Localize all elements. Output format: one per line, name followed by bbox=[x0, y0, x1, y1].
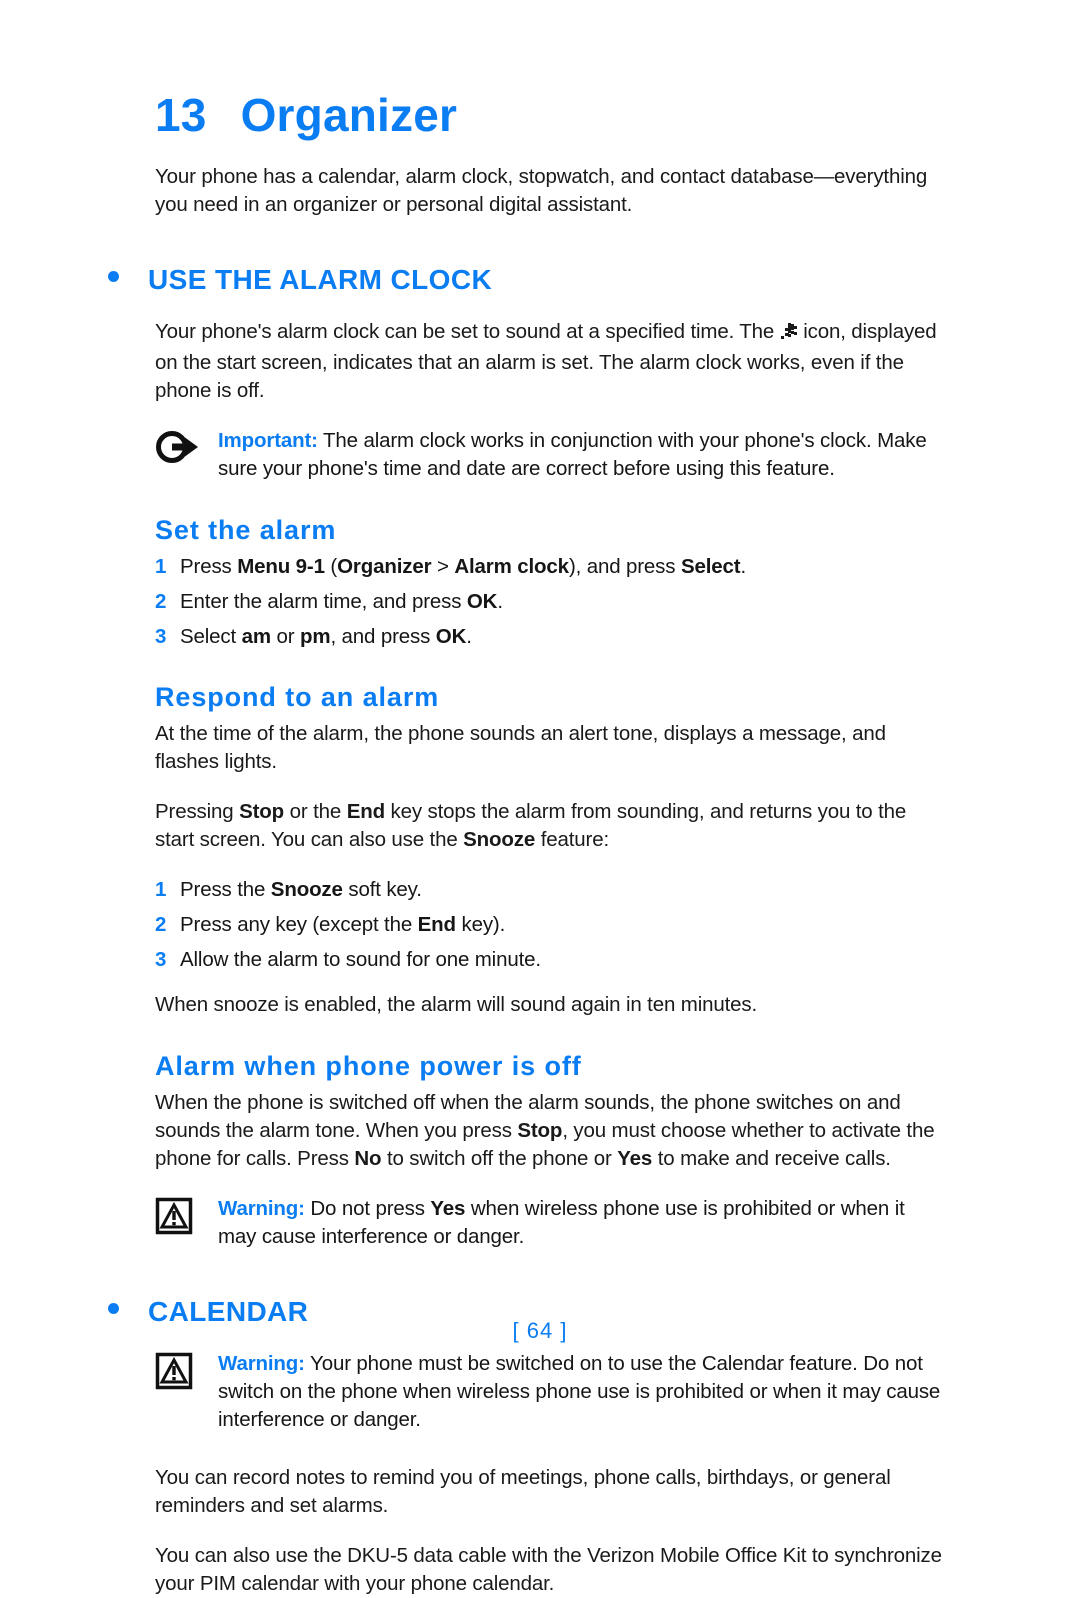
important-note-text: The alarm clock works in conjunction wit… bbox=[218, 429, 927, 480]
page-number-footer: [ 64 ] bbox=[512, 1318, 568, 1343]
list-item: 1 Press the Snooze soft key. bbox=[155, 876, 947, 904]
chapter-title-text: Organizer bbox=[240, 89, 458, 141]
list-item: 2 Press any key (except the End key). bbox=[155, 911, 947, 939]
step-number: 1 bbox=[155, 878, 167, 901]
step-number: 3 bbox=[155, 948, 167, 971]
list-item: 3 Select am or pm, and press OK. bbox=[155, 623, 947, 651]
list-item: 3 Allow the alarm to sound for one minute… bbox=[155, 946, 947, 974]
bullet-dot-icon bbox=[108, 271, 119, 282]
bullet-dot-icon bbox=[108, 1303, 119, 1314]
step-number: 3 bbox=[155, 625, 167, 648]
important-note-label: Important: bbox=[218, 429, 318, 452]
warning-note-yes-body: Warning: Do not press Yes when wireless … bbox=[218, 1195, 947, 1251]
warning-note-calendar-body: Warning: Your phone must be switched on … bbox=[218, 1350, 947, 1434]
chapter-number: 13 bbox=[155, 89, 207, 141]
alarm-intro-before: Your phone's alarm clock can be set to s… bbox=[155, 320, 775, 343]
alarm-power-off-paragraph: When the phone is switched off when the … bbox=[155, 1091, 935, 1170]
manual-page: 13 Organizer Your phone has a calendar, a… bbox=[0, 0, 1080, 1595]
calendar-paragraph-2: You can also use the DKU-5 data cable wi… bbox=[155, 1544, 942, 1595]
list-item: 2 Enter the alarm time, and press OK. bbox=[155, 588, 947, 616]
set-the-alarm-steps: 1 Press Menu 9-1 (Organizer > Alarm clock… bbox=[155, 553, 947, 651]
warning-note-yes: Warning: Do not press Yes when wireless … bbox=[155, 1195, 947, 1251]
step-number: 1 bbox=[155, 555, 167, 578]
step-number: 2 bbox=[155, 590, 167, 613]
step-text: Select am or pm, and press OK. bbox=[180, 625, 472, 648]
section-heading-label: USE THE ALARM CLOCK bbox=[148, 264, 493, 295]
respond-to-alarm-steps: 1 Press the Snooze soft key. 2 Press any ke… bbox=[155, 876, 947, 974]
warning-note-calendar-label: Warning: bbox=[218, 1352, 305, 1375]
section-heading-alarm-clock: USE THE ALARM CLOCK bbox=[108, 264, 947, 296]
subsection-heading-respond-to-an-alarm: Respond to an alarm bbox=[155, 682, 440, 712]
page-title: 13 Organizer bbox=[155, 88, 457, 142]
respond-paragraph-2: Pressing Stop or the End key stops the a… bbox=[155, 800, 907, 851]
warning-note-calendar-text: Your phone must be switched on to use th… bbox=[218, 1352, 941, 1431]
warning-note-yes-text: Do not press Yes when wireless phone use… bbox=[218, 1197, 905, 1248]
list-item: 1 Press Menu 9-1 (Organizer > Alarm clock… bbox=[155, 553, 947, 581]
alarm-clock-intro-paragraph: Your phone's alarm clock can be set to s… bbox=[155, 318, 947, 405]
step-number: 2 bbox=[155, 913, 167, 936]
page-content: Your phone has a calendar, alarm clock, … bbox=[108, 163, 947, 1598]
step-text: Allow the alarm to sound for one minute. bbox=[180, 948, 541, 971]
step-text: Press the Snooze soft key. bbox=[180, 878, 422, 901]
important-note: Important: The alarm clock works in conj… bbox=[155, 427, 947, 483]
warning-note-calendar: Warning: Your phone must be switched on … bbox=[155, 1350, 947, 1434]
subsection-heading-alarm-power-off: Alarm when phone power is off bbox=[155, 1051, 582, 1081]
step-text: Enter the alarm time, and press OK. bbox=[180, 590, 503, 613]
important-note-body: Important: The alarm clock works in conj… bbox=[218, 427, 947, 483]
important-arrow-icon bbox=[155, 427, 218, 470]
respond-paragraph-3: When snooze is enabled, the alarm will s… bbox=[155, 993, 758, 1016]
warning-triangle-icon bbox=[155, 1195, 218, 1240]
alarm-clock-icon bbox=[779, 321, 798, 349]
warning-note-yes-label: Warning: bbox=[218, 1197, 305, 1220]
step-text: Press Menu 9-1 (Organizer > Alarm clock)… bbox=[180, 555, 746, 578]
calendar-paragraph-1: You can record notes to remind you of me… bbox=[155, 1466, 891, 1517]
respond-paragraph-1: At the time of the alarm, the phone soun… bbox=[155, 722, 886, 773]
warning-triangle-icon bbox=[155, 1350, 218, 1395]
intro-paragraph: Your phone has a calendar, alarm clock, … bbox=[155, 165, 928, 216]
step-text: Press any key (except the End key). bbox=[180, 913, 506, 936]
subsection-heading-set-the-alarm: Set the alarm bbox=[155, 515, 337, 545]
